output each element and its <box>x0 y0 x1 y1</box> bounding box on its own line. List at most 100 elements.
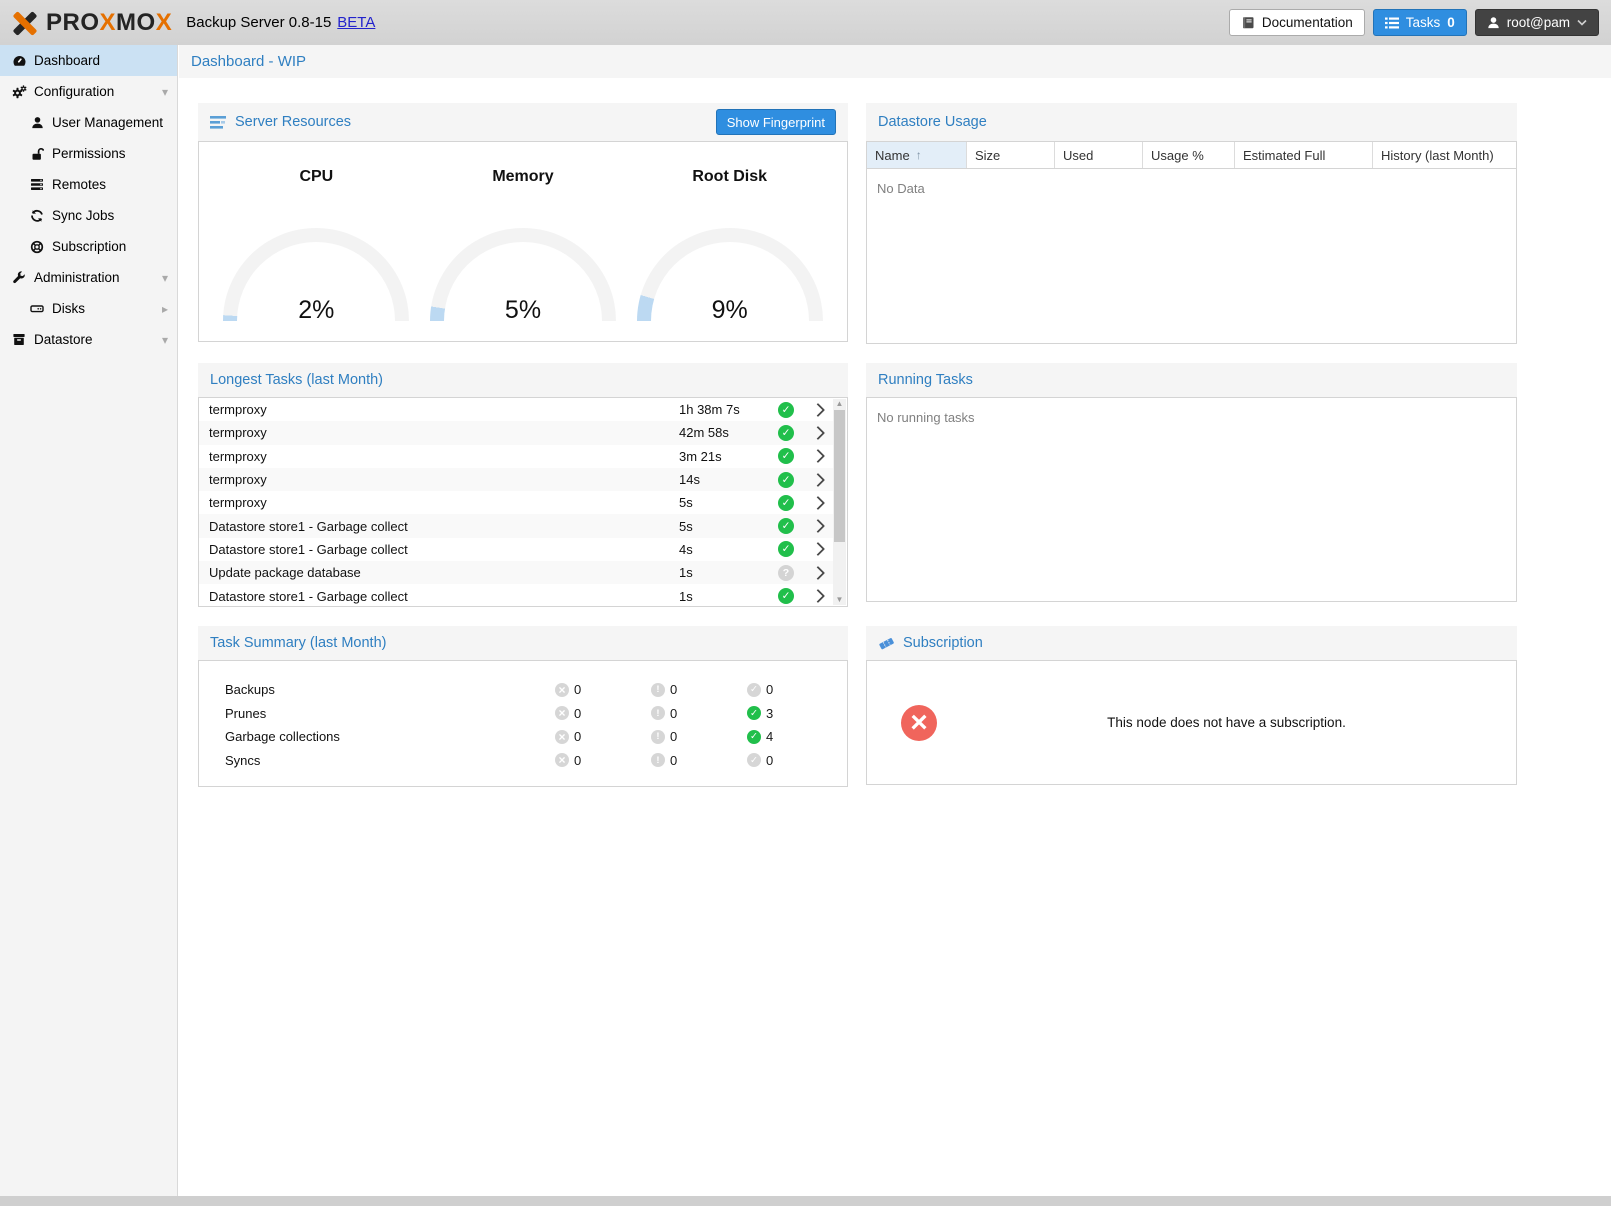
no-running-tasks-text: No running tasks <box>867 398 1516 437</box>
task-row[interactable]: Datastore store1 - Garbage collect 5s <box>199 514 833 537</box>
task-row[interactable]: termproxy 5s <box>199 491 833 514</box>
chevron-right-icon <box>811 403 825 417</box>
ok-count[interactable]: 3 <box>747 706 843 721</box>
panel-title: Task Summary (last Month) <box>210 635 386 651</box>
open-task-button[interactable] <box>803 521 833 531</box>
ok-count[interactable]: 4 <box>747 729 843 744</box>
scrollbar-thumb[interactable] <box>834 410 845 542</box>
sidebar-item-subscription[interactable]: Subscription <box>0 231 177 262</box>
sidebar-item-configuration[interactable]: Configuration <box>0 76 177 107</box>
chevron-right-icon <box>811 589 825 603</box>
user-menu-button[interactable]: root@pam <box>1475 9 1599 36</box>
vertical-scrollbar[interactable]: ▲ ▼ <box>833 399 846 605</box>
column-header-estimated-full[interactable]: Estimated Full <box>1235 142 1373 168</box>
memory-gauge: Memory 5% <box>420 168 627 321</box>
sync-refresh-icon <box>28 209 46 223</box>
ok-count[interactable]: 0 <box>747 753 843 768</box>
open-task-button[interactable] <box>803 428 833 438</box>
error-circle-icon <box>555 706 569 720</box>
unlock-icon <box>28 147 46 161</box>
caret-right-icon[interactable] <box>162 302 168 316</box>
sidebar-item-administration[interactable]: Administration <box>0 262 177 293</box>
task-list-icon <box>1385 17 1399 29</box>
status-ok-icon <box>778 588 794 604</box>
task-summary-panel: Task Summary (last Month) Backups 0 0 0 … <box>198 626 848 787</box>
documentation-button[interactable]: Documentation <box>1229 9 1365 36</box>
column-header-size[interactable]: Size <box>967 142 1055 168</box>
task-row[interactable]: Update package database 1s <box>199 561 833 584</box>
sidebar-item-sync-jobs[interactable]: Sync Jobs <box>0 200 177 231</box>
open-task-button[interactable] <box>803 475 833 485</box>
sidebar-item-remotes[interactable]: Remotes <box>0 169 177 200</box>
status-ok-icon <box>778 402 794 418</box>
tasks-button[interactable]: Tasks 0 <box>1373 9 1467 36</box>
column-header-used[interactable]: Used <box>1055 142 1143 168</box>
column-header-history[interactable]: History (last Month) <box>1373 142 1516 168</box>
task-row[interactable]: Datastore store1 - Garbage collect 4s <box>199 538 833 561</box>
sidebar-item-dashboard[interactable]: Dashboard <box>0 45 177 76</box>
open-task-button[interactable] <box>803 544 833 554</box>
panel-title: Datastore Usage <box>878 114 987 130</box>
summary-row-garbage-collections: Garbage collections 0 0 4 <box>199 725 847 749</box>
sidebar: Dashboard Configuration User Management … <box>0 45 178 1196</box>
task-row[interactable]: Datastore store1 - Garbage collect 1s <box>199 584 833 607</box>
warning-count[interactable]: 0 <box>651 729 747 744</box>
ticket-icon <box>878 636 895 651</box>
open-task-button[interactable] <box>803 498 833 508</box>
caret-down-icon[interactable] <box>162 271 168 285</box>
beta-link[interactable]: BETA <box>337 14 375 31</box>
error-count[interactable]: 0 <box>555 753 651 768</box>
sidebar-item-datastore[interactable]: Datastore <box>0 324 177 355</box>
subscription-message: This node does not have a subscription. <box>937 715 1516 730</box>
datastore-archive-icon <box>10 333 28 346</box>
sidebar-item-permissions[interactable]: Permissions <box>0 138 177 169</box>
tasks-count-badge: 0 <box>1447 15 1455 30</box>
column-header-name[interactable]: Name ↑ <box>867 142 967 168</box>
bottom-scrollbar-track[interactable] <box>0 1196 1611 1206</box>
warning-count[interactable]: 0 <box>651 706 747 721</box>
cpu-gauge: CPU 2% <box>213 168 420 321</box>
warning-count[interactable]: 0 <box>651 753 747 768</box>
user-icon <box>28 116 46 129</box>
column-header-usage-pct[interactable]: Usage % <box>1143 142 1235 168</box>
open-task-button[interactable] <box>803 451 833 461</box>
check-circle-icon <box>747 683 761 697</box>
show-fingerprint-button[interactable]: Show Fingerprint <box>716 109 836 135</box>
hard-disk-icon <box>28 302 46 315</box>
server-resources-panel: Server Resources Show Fingerprint CPU 2%… <box>198 103 848 342</box>
open-task-button[interactable] <box>803 405 833 415</box>
status-ok-icon <box>778 472 794 488</box>
task-row[interactable]: termproxy 3m 21s <box>199 445 833 468</box>
logo-text: PROXMOX <box>46 9 172 37</box>
chevron-down-icon <box>1577 19 1587 26</box>
warning-circle-icon <box>651 753 665 767</box>
error-count[interactable]: 0 <box>555 682 651 697</box>
error-count[interactable]: 0 <box>555 706 651 721</box>
status-ok-icon <box>778 448 794 464</box>
ok-count[interactable]: 0 <box>747 682 843 697</box>
error-count[interactable]: 0 <box>555 729 651 744</box>
chevron-right-icon <box>811 472 825 486</box>
subscription-panel: Subscription × This node does not have a… <box>866 626 1517 785</box>
error-circle-icon <box>555 730 569 744</box>
scroll-up-icon[interactable]: ▲ <box>833 399 846 409</box>
longest-tasks-panel: Longest Tasks (last Month) termproxy 1h … <box>198 363 848 607</box>
root-disk-gauge-value: 9% <box>637 296 823 321</box>
product-name: Backup Server 0.8-15 <box>186 14 331 31</box>
chevron-right-icon <box>811 566 825 580</box>
warning-count[interactable]: 0 <box>651 682 747 697</box>
open-task-button[interactable] <box>803 591 833 601</box>
task-row[interactable]: termproxy 14s <box>199 468 833 491</box>
sidebar-item-user-management[interactable]: User Management <box>0 107 177 138</box>
life-ring-icon <box>28 240 46 254</box>
caret-down-icon[interactable] <box>162 333 168 347</box>
task-row[interactable]: termproxy 42m 58s <box>199 421 833 444</box>
open-task-button[interactable] <box>803 568 833 578</box>
scroll-down-icon[interactable]: ▼ <box>833 595 846 605</box>
caret-down-icon[interactable] <box>162 85 168 99</box>
cpu-gauge-value: 2% <box>223 296 409 321</box>
page-title: Dashboard - WIP <box>191 53 306 70</box>
book-icon <box>1241 16 1255 30</box>
task-row[interactable]: termproxy 1h 38m 7s <box>199 398 833 421</box>
sidebar-item-disks[interactable]: Disks <box>0 293 177 324</box>
